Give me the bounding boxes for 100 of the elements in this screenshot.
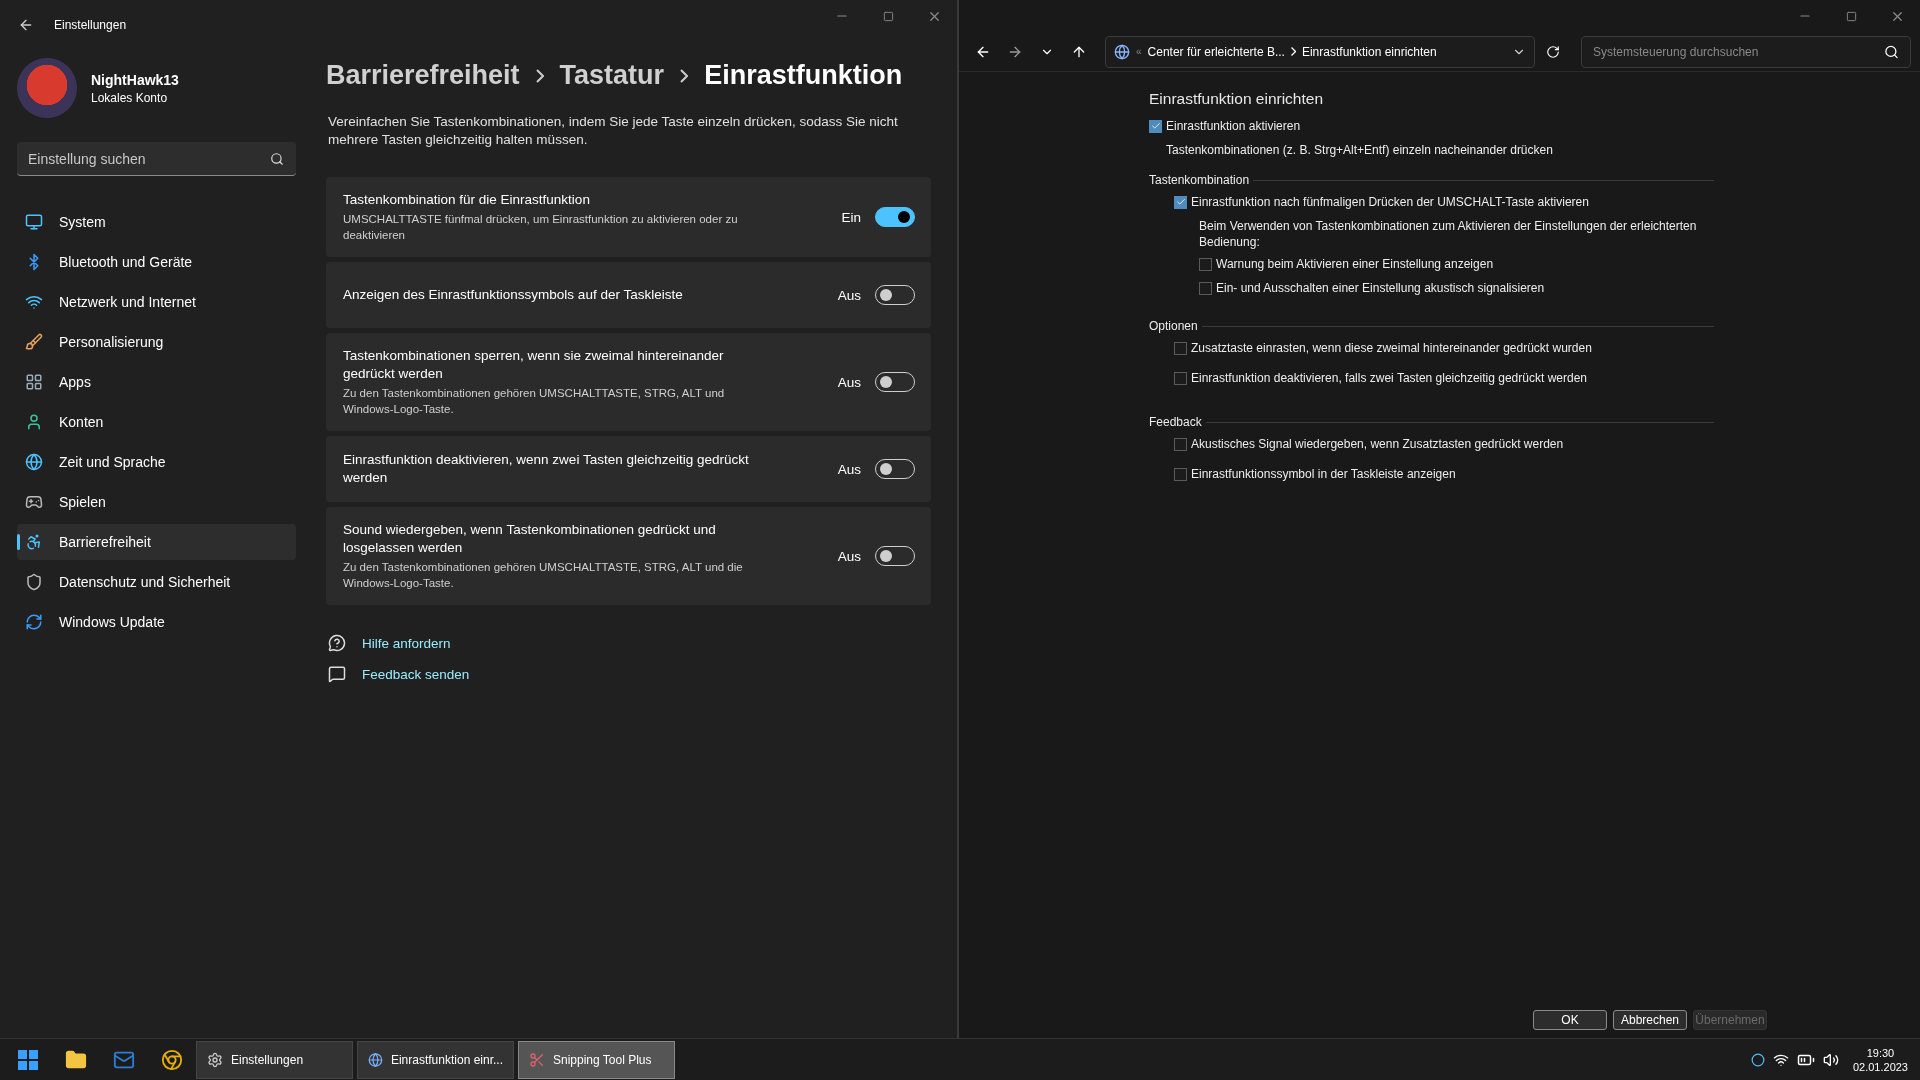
setting-description: Zu den Tastenkombinationen gehören UMSCHALTTASTE, STRG, ALT und Windows-Logo-Taste. bbox=[343, 386, 726, 417]
globe-icon bbox=[1114, 43, 1130, 60]
maximize-icon bbox=[1845, 10, 1857, 22]
toggle-state: Aus bbox=[837, 374, 861, 390]
account-type: Lokales Konto bbox=[91, 90, 169, 105]
monitor-icon bbox=[25, 213, 43, 231]
globe-icon bbox=[368, 1051, 383, 1068]
checkbox-label: Einrastfunktionssymbol in der Taskleiste anzeigen bbox=[1191, 466, 1456, 482]
window-title: Einstellungen bbox=[54, 18, 127, 32]
taskbar-app[interactable]: Snipping Tool Plus bbox=[518, 1040, 675, 1079]
check-icon bbox=[1150, 121, 1161, 131]
circle-icon[interactable] bbox=[1750, 1052, 1765, 1067]
checkbox-label: Warnung beim Aktivieren einer Einstellung anzeigen bbox=[1216, 256, 1494, 272]
checkbox[interactable] bbox=[1199, 281, 1212, 295]
checkbox-label: Akustisches Signal wiedergeben, wenn Zusatztasten gedrückt werden bbox=[1191, 436, 1564, 452]
checkbox-label: Einrastfunktion aktivieren bbox=[1166, 118, 1301, 134]
chevron-icon bbox=[1290, 47, 1296, 56]
accessibility-icon bbox=[25, 533, 43, 551]
checkbox[interactable] bbox=[1149, 119, 1162, 133]
hint-text: Tastenkombinationen (z. B. Strg+Alt+Entf) einzeln nacheinander drücken bbox=[1166, 142, 1553, 158]
setting-description: Zu den Tastenkombinationen gehören UMSCHALTTASTE, STRG, ALT und die Windows-Logo-Taste. bbox=[343, 560, 744, 591]
toggle-switch[interactable] bbox=[875, 207, 915, 227]
shield-icon bbox=[25, 573, 43, 591]
back-icon[interactable] bbox=[18, 17, 34, 33]
group-title: Optionen bbox=[1149, 318, 1198, 334]
brush-icon bbox=[25, 333, 43, 351]
globe-icon bbox=[25, 453, 43, 471]
search-field[interactable]: Einstellung suchen bbox=[17, 142, 296, 176]
windows-logo-icon bbox=[18, 1049, 38, 1070]
folder-icon bbox=[65, 1048, 87, 1071]
sidebar-item[interactable]: Spielen bbox=[17, 484, 296, 520]
search-icon bbox=[1884, 44, 1899, 59]
sidebar-item[interactable]: Bluetooth und Geräte bbox=[17, 244, 296, 280]
group-title: Feedback bbox=[1149, 414, 1202, 430]
avatar-picture bbox=[17, 58, 77, 118]
sidebar-item[interactable]: Zeit und Sprache bbox=[17, 444, 296, 480]
setting-description: UMSCHALTTASTE fünfmal drücken, um Einrastfunktion zu aktivieren oder zu deaktivieren bbox=[343, 212, 739, 243]
sidebar-item[interactable]: Barrierefreiheit bbox=[17, 524, 296, 560]
checkbox[interactable] bbox=[1199, 257, 1212, 271]
checkbox-label: Ein- und Ausschalten einer Einstellung akustisch signalisieren bbox=[1216, 280, 1545, 296]
checkbox[interactable] bbox=[1174, 467, 1187, 481]
overflow-marker: « bbox=[1136, 46, 1142, 57]
gamepad-icon bbox=[25, 493, 43, 511]
breadcrumb-item[interactable]: Barrierefreiheit bbox=[326, 60, 520, 91]
toggle-state: Aus bbox=[837, 287, 861, 303]
search-field[interactable]: Systemsteuerung durchsuchen bbox=[1581, 35, 1911, 68]
toggle-state: Aus bbox=[837, 548, 861, 564]
sidebar-item[interactable]: Datenschutz und Sicherheit bbox=[17, 564, 296, 600]
sidebar-item[interactable]: System bbox=[17, 204, 296, 240]
section-heading: Einrastfunktion einrichten bbox=[1149, 90, 1325, 108]
checkbox-label: Einrastfunktion deaktivieren, falls zwei Tasten gleichzeitig gedrückt werden bbox=[1191, 370, 1587, 386]
search-icon bbox=[270, 152, 284, 166]
address-segment[interactable]: Center für erleichterte B... bbox=[1147, 44, 1285, 59]
check-icon bbox=[1175, 197, 1186, 207]
link[interactable]: Feedback senden bbox=[362, 666, 470, 682]
checkbox-label: Zusatztaste einrasten, wenn diese zweimal hintereinander gedrückt wurden bbox=[1191, 340, 1592, 356]
apps-icon bbox=[25, 373, 43, 391]
browser-icon bbox=[161, 1048, 183, 1071]
refresh-icon bbox=[1546, 44, 1560, 59]
dialog-button[interactable]: OK bbox=[1533, 1010, 1607, 1030]
maximize-icon bbox=[882, 10, 894, 22]
setting-title: Tastenkombination für die Einrastfunktion bbox=[343, 191, 591, 209]
feedback-icon bbox=[328, 665, 346, 683]
update-icon bbox=[25, 613, 43, 631]
taskbar-app[interactable]: Einstellungen bbox=[196, 1040, 353, 1079]
page-description: Vereinfachen Sie Tastenkombinationen, indem Sie jede Taste einzeln drücken, sodass Sie nicht mehrere Tasten gleichzeitig halten müssen. bbox=[328, 113, 899, 149]
checkbox[interactable] bbox=[1174, 371, 1187, 385]
user-name: NightHawk13 bbox=[91, 71, 179, 88]
sidebar-item[interactable]: Konten bbox=[17, 404, 296, 440]
checkbox[interactable] bbox=[1174, 341, 1187, 355]
setting-title: Einrastfunktion deaktivieren, wenn zwei Tasten gleichzeitig gedrückt werden bbox=[343, 451, 750, 487]
breadcrumb-item: Einrastfunktion bbox=[704, 60, 903, 91]
link[interactable]: Hilfe anfordern bbox=[362, 635, 451, 651]
chevron-icon bbox=[535, 68, 544, 83]
gear-icon bbox=[207, 1051, 223, 1068]
sidebar-item[interactable]: Personalisierung bbox=[17, 324, 296, 360]
address-segment[interactable]: Einrastfunktion einrichten bbox=[1301, 44, 1437, 59]
setting-title: Sound wiedergeben, wenn Tastenkombinationen gedrückt und losgelassen werden bbox=[343, 521, 717, 557]
checkbox[interactable] bbox=[1174, 437, 1187, 451]
toggle-state: Ein bbox=[841, 209, 861, 225]
dialog-button[interactable]: Abbrechen bbox=[1613, 1010, 1687, 1030]
group-title: Tastenkombination bbox=[1149, 172, 1250, 188]
volume-icon[interactable] bbox=[1822, 1051, 1839, 1068]
note-text: Beim Verwenden von Tastenkombinationen zum Aktivieren der Einstellungen der erleichterten Bedienung: bbox=[1199, 218, 1698, 250]
sidebar-item[interactable]: Windows Update bbox=[17, 604, 296, 640]
setting-title: Anzeigen des Einrastfunktionssymbols auf der Taskleiste bbox=[343, 286, 684, 304]
chevron-icon bbox=[680, 68, 689, 83]
help-icon bbox=[328, 634, 346, 652]
taskbar-app[interactable]: Einrastfunktion einr... bbox=[357, 1040, 514, 1079]
sidebar-item[interactable]: Apps bbox=[17, 364, 296, 400]
sidebar-item[interactable]: Netzwerk und Internet bbox=[17, 284, 296, 320]
breadcrumb-item[interactable]: Tastatur bbox=[559, 60, 665, 91]
toggle-state: Aus bbox=[837, 461, 861, 477]
address-bar[interactable]: « Center für erleichterte B... Einrastfunktion einrichten bbox=[1105, 35, 1535, 68]
wifi-icon bbox=[25, 293, 43, 311]
checkbox-label: Einrastfunktion nach fünfmaligen Drücken der UMSCHALT-Taste aktivieren bbox=[1191, 194, 1589, 210]
clock[interactable]: 19:30 02.01.2023 bbox=[1852, 1045, 1908, 1074]
setting-title: Tastenkombinationen sperren, wenn sie zweimal hintereinander gedrückt werden bbox=[343, 347, 725, 383]
checkbox[interactable] bbox=[1174, 195, 1187, 209]
scissors-icon bbox=[529, 1051, 545, 1068]
